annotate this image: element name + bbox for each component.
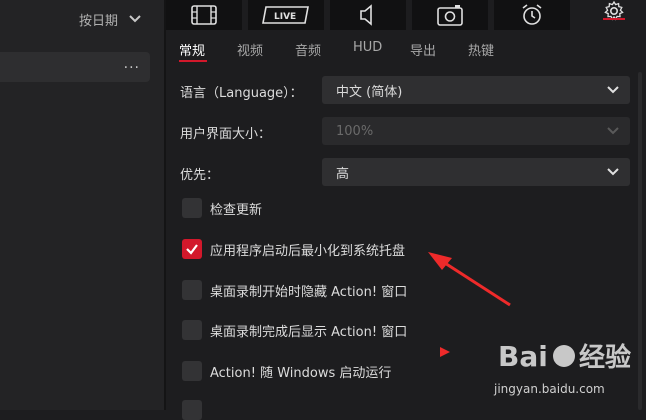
svg-text:经验: 经验 — [579, 342, 631, 373]
watermark-url: jingyan.baidu.com — [494, 382, 605, 396]
baidu-watermark: Bai 经验 jingyan.baidu.com — [494, 330, 644, 402]
baidu-logo-icon: Bai 经验 — [498, 340, 631, 373]
svg-text:Bai: Bai — [498, 340, 548, 373]
